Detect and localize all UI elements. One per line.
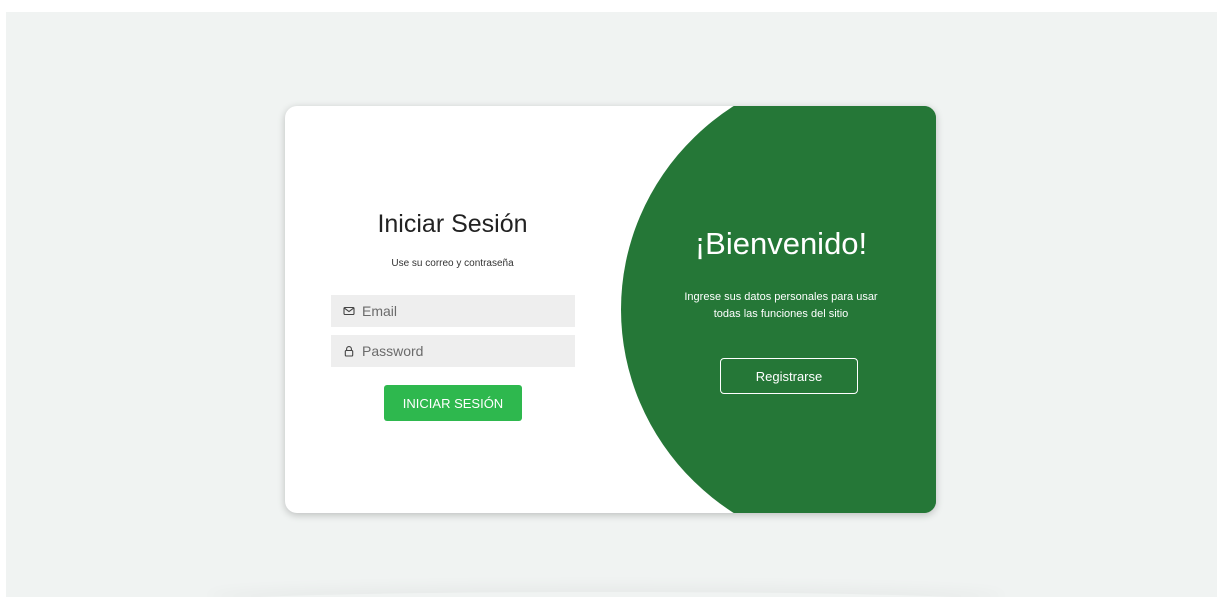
welcome-text-line-1: Ingrese sus datos personales para usar — [684, 291, 878, 303]
auth-card: Iniciar Sesión Use su correo y contraseñ… — [285, 106, 936, 513]
bottom-shadow — [206, 592, 1006, 597]
welcome-text-line-2: todas las funciones del sitio — [713, 308, 849, 320]
login-subtitle: Use su correo y contraseña — [391, 258, 514, 269]
welcome-text: Ingrese sus datos personales para usar t… — [621, 289, 936, 323]
email-input[interactable] — [362, 303, 562, 319]
password-field[interactable] — [331, 335, 575, 367]
email-field[interactable] — [331, 295, 575, 327]
lock-icon — [343, 345, 355, 357]
envelope-icon — [343, 305, 355, 317]
login-button[interactable]: INICIAR SESIÓN — [384, 385, 522, 421]
welcome-content: ¡Bienvenido! Ingrese sus datos personale… — [621, 106, 936, 513]
welcome-title: ¡Bienvenido! — [694, 226, 868, 261]
password-input[interactable] — [362, 343, 562, 359]
register-button[interactable]: Registrarse — [720, 358, 858, 394]
page-background: Iniciar Sesión Use su correo y contraseñ… — [6, 12, 1217, 597]
login-panel: Iniciar Sesión Use su correo y contraseñ… — [285, 106, 620, 513]
login-title: Iniciar Sesión — [377, 210, 528, 238]
